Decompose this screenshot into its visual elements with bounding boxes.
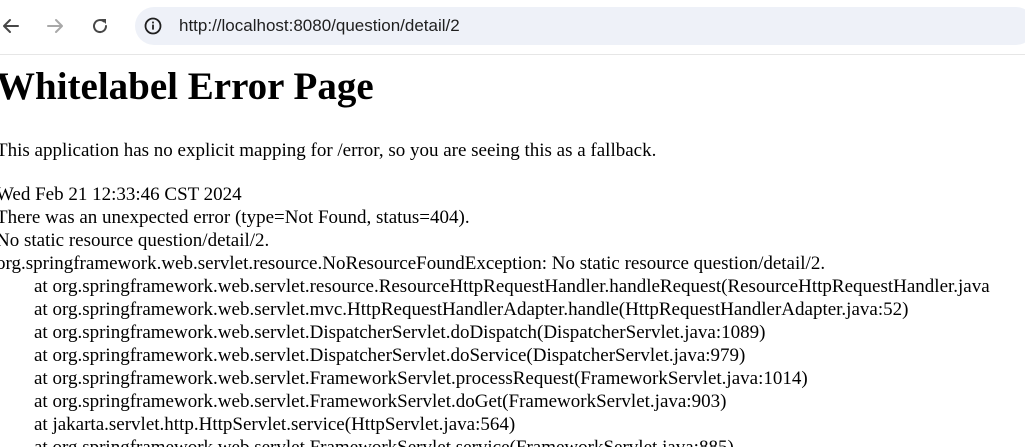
stack-trace-line: at org.springframework.web.servlet.resou… [34, 276, 990, 297]
error-details: Wed Feb 21 12:33:46 CST 2024 There was a… [0, 183, 990, 447]
stack-trace-line: at org.springframework.web.servlet.Frame… [34, 391, 727, 412]
stack-trace-line: at org.springframework.web.servlet.Frame… [34, 368, 808, 389]
page-title: Whitelabel Error Page [0, 65, 374, 108]
error-summary: There was an unexpected error (type=Not … [0, 207, 470, 228]
arrow-left-icon [3, 19, 19, 33]
stack-trace-line: at org.springframework.web.servlet.mvc.H… [34, 299, 909, 320]
reload-icon [93, 19, 108, 34]
browser-toolbar: http://localhost:8080/question/detail/2 [0, 0, 1025, 55]
stack-trace-line: at org.springframework.web.servlet.Dispa… [34, 345, 746, 366]
info-icon[interactable] [144, 17, 162, 35]
timestamp: Wed Feb 21 12:33:46 CST 2024 [0, 184, 242, 205]
stack-trace-line: at org.springframework.web.servlet.Dispa… [34, 322, 766, 343]
forward-button[interactable] [44, 9, 66, 43]
stack-trace: at org.springframework.web.servlet.resou… [0, 275, 990, 447]
back-button[interactable] [0, 9, 22, 43]
stack-trace-line: at org.springframework.web.servlet.Frame… [0, 436, 990, 447]
stack-trace-line: at jakarta.servlet.http.HttpServlet.serv… [34, 414, 516, 435]
fallback-message: This application has no explicit mapping… [0, 140, 657, 161]
error-message: No static resource question/detail/2. [0, 230, 270, 251]
reload-button[interactable] [89, 9, 111, 43]
exception-line: org.springframework.web.servlet.resource… [0, 253, 826, 274]
address-bar[interactable]: http://localhost:8080/question/detail/2 [135, 7, 1025, 45]
error-page: Whitelabel Error Page This application h… [0, 55, 1025, 447]
url-text[interactable]: http://localhost:8080/question/detail/2 [179, 16, 460, 36]
arrow-right-icon [47, 19, 63, 33]
